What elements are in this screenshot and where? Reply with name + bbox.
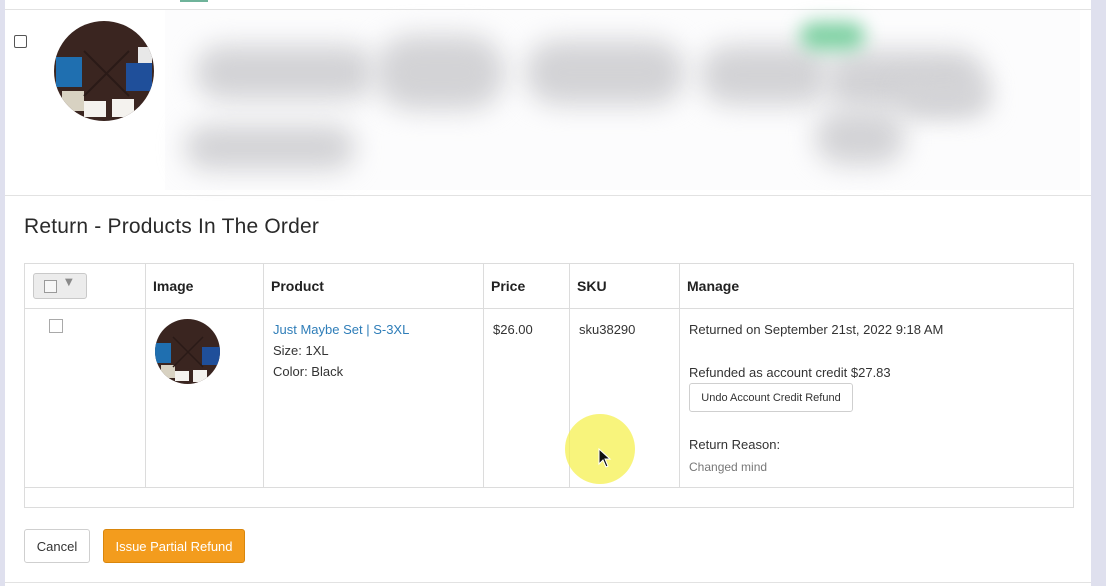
refunded-text: Refunded as account credit $27.83 <box>689 365 891 380</box>
column-header-manage: Manage <box>687 278 740 294</box>
return-reason-label: Return Reason: <box>689 437 781 452</box>
table-row-divider <box>25 487 1073 488</box>
divider <box>5 582 1091 583</box>
product-cell: Just Maybe Set | S-3XL Size: 1XL Color: … <box>273 319 409 382</box>
section-title: Return - Products In The Order <box>24 215 320 238</box>
order-product-thumbnail <box>54 21 154 121</box>
order-panel: Return - Products In The Order ▼ Image P… <box>5 0 1091 586</box>
product-thumbnail <box>155 319 220 384</box>
cancel-button[interactable]: Cancel <box>24 529 90 563</box>
product-size: Size: 1XL <box>273 343 329 358</box>
top-accent-bar <box>180 0 208 2</box>
mouse-pointer-icon <box>598 448 612 468</box>
product-photo-icon <box>54 21 154 121</box>
chevron-down-icon: ▼ <box>65 277 73 288</box>
return-reason-value: Changed mind <box>689 460 768 474</box>
sku-value: sku38290 <box>579 322 636 337</box>
column-header-sku: SKU <box>577 278 607 294</box>
bulk-select-dropdown[interactable]: ▼ <box>33 273 87 299</box>
column-header-price: Price <box>491 278 526 294</box>
price-value: $26.00 <box>493 322 533 337</box>
return-products-table: ▼ Image Product Price SKU Manage Just Ma… <box>24 263 1074 508</box>
undo-account-credit-refund-button[interactable]: Undo Account Credit Refund <box>689 383 853 412</box>
column-header-image: Image <box>153 278 194 294</box>
divider <box>5 195 1091 196</box>
order-select-checkbox[interactable] <box>14 35 27 48</box>
row-select-checkbox[interactable] <box>49 319 63 333</box>
product-color: Color: Black <box>273 364 344 379</box>
column-header-product: Product <box>271 278 324 294</box>
issue-partial-refund-button[interactable]: Issue Partial Refund <box>103 529 245 563</box>
table-header-divider <box>25 308 1073 309</box>
blurred-order-details <box>165 10 1080 190</box>
product-photo-icon <box>155 319 220 384</box>
returned-on-text: Returned on September 21st, 2022 9:18 AM <box>689 322 944 337</box>
product-link[interactable]: Just Maybe Set | S-3XL <box>273 319 409 340</box>
checkbox-icon <box>44 280 57 293</box>
